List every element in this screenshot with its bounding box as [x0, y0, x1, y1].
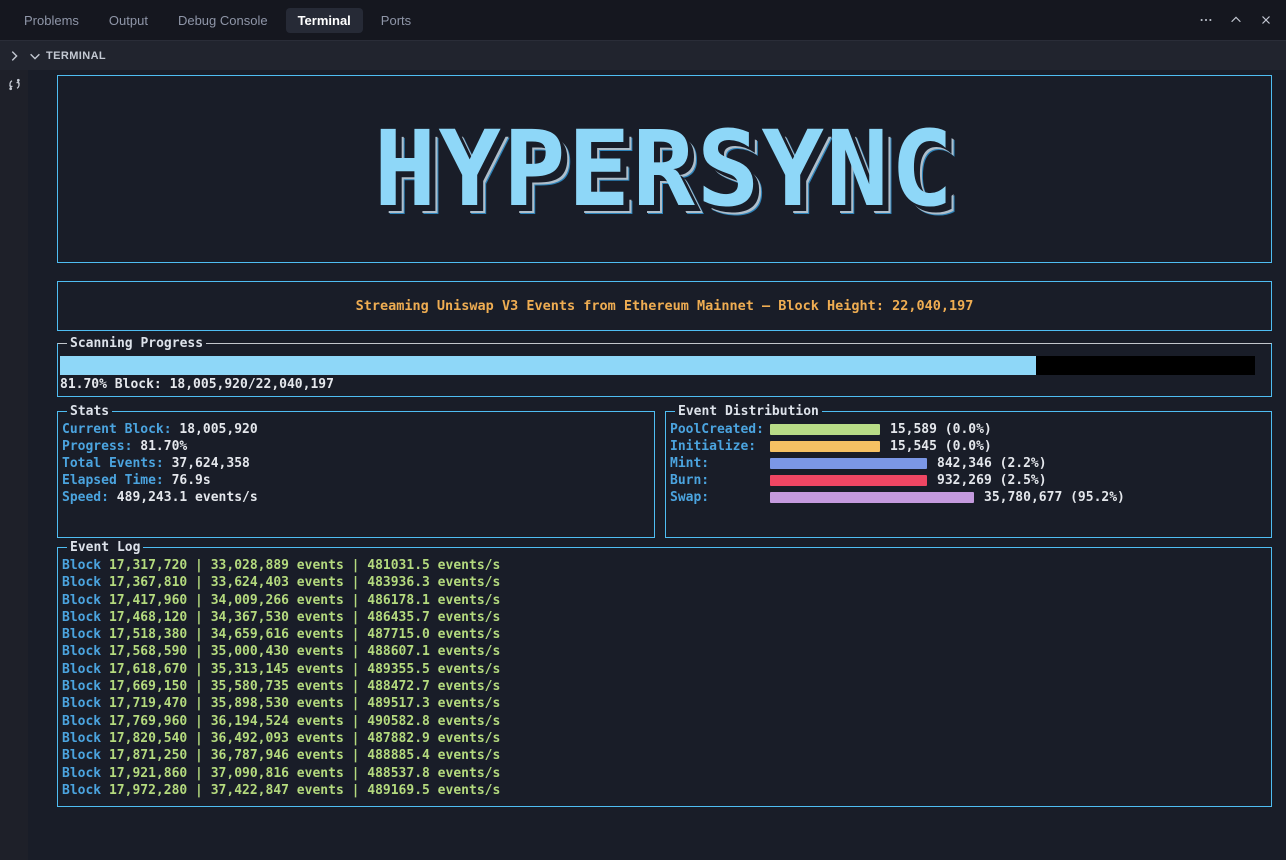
dist-row-initialize: Initialize: 15,545 (0.0%) [670, 438, 1271, 455]
event-distribution-box: Event Distribution PoolCreated: 15,589 (… [665, 411, 1272, 538]
stat-elapsed-time: Elapsed Time: 76.9s [62, 472, 654, 489]
log-row: Block 17,417,960 | 34,009,266 events | 4… [62, 592, 1271, 609]
panel-tabs: Problems Output Debug Console Terminal P… [12, 8, 423, 33]
event-log-box: Event Log Block 17,317,720 | 33,028,889 … [57, 547, 1272, 807]
close-panel-icon[interactable] [1258, 12, 1274, 28]
tab-ports[interactable]: Ports [369, 8, 423, 33]
mint-bar [770, 458, 927, 469]
progress-bar-fill [60, 356, 1036, 375]
dist-row-burn: Burn: 932,269 (2.5%) [670, 472, 1271, 489]
log-row: Block 17,317,720 | 33,028,889 events | 4… [62, 557, 1271, 574]
log-row: Block 17,871,250 | 36,787,946 events | 4… [62, 747, 1271, 764]
tab-debug-console[interactable]: Debug Console [166, 8, 280, 33]
swap-bar [770, 492, 974, 503]
panel-actions [1198, 12, 1274, 28]
sync-icon[interactable] [6, 76, 23, 97]
dist-row-poolcreated: PoolCreated: 15,589 (0.0%) [670, 421, 1271, 438]
stat-progress: Progress: 81.70% [62, 438, 654, 455]
log-row: Block 17,618,670 | 35,313,145 events | 4… [62, 661, 1271, 678]
burn-bar [770, 475, 927, 486]
poolcreated-bar [770, 424, 880, 435]
log-row: Block 17,367,810 | 33,624,403 events | 4… [62, 574, 1271, 591]
tab-terminal[interactable]: Terminal [286, 8, 363, 33]
stream-status-box: Streaming Uniswap V3 Events from Ethereu… [57, 281, 1272, 331]
panel-tab-bar: Problems Output Debug Console Terminal P… [0, 0, 1286, 40]
dist-row-mint: Mint: 842,346 (2.2%) [670, 455, 1271, 472]
terminal-side-strip [0, 70, 28, 860]
stat-total-events: Total Events: 37,624,358 [62, 455, 654, 472]
chevron-down-icon[interactable] [28, 49, 42, 63]
log-row: Block 17,820,540 | 36,492,093 events | 4… [62, 730, 1271, 747]
terminal-output-area[interactable]: HYPERSYNC Streaming Uniswap V3 Events fr… [28, 70, 1286, 860]
progress-label: 81.70% Block: 18,005,920/22,040,197 [58, 377, 1271, 392]
stat-speed: Speed: 489,243.1 events/s [62, 489, 654, 506]
log-row: Block 17,669,150 | 35,580,735 events | 4… [62, 678, 1271, 695]
banner-box: HYPERSYNC [57, 75, 1272, 263]
tab-problems[interactable]: Problems [12, 8, 91, 33]
log-row: Block 17,972,280 | 37,422,847 events | 4… [62, 782, 1271, 799]
log-row: Block 17,518,380 | 34,659,616 events | 4… [62, 626, 1271, 643]
log-row: Block 17,769,960 | 36,194,524 events | 4… [62, 713, 1271, 730]
tab-output[interactable]: Output [97, 8, 160, 33]
scanning-progress-box: Scanning Progress 81.70% Block: 18,005,9… [57, 343, 1272, 397]
log-row: Block 17,921,860 | 37,090,816 events | 4… [62, 765, 1271, 782]
stream-status-text: Streaming Uniswap V3 Events from Ethereu… [356, 298, 974, 314]
maximize-panel-icon[interactable] [1228, 12, 1244, 28]
event-log-title: Event Log [67, 539, 143, 556]
event-distribution-title: Event Distribution [675, 403, 822, 420]
terminal-panel-header: TERMINAL [0, 40, 1286, 70]
more-actions-icon[interactable] [1198, 12, 1214, 28]
log-row: Block 17,568,590 | 35,000,430 events | 4… [62, 643, 1271, 660]
log-row: Block 17,468,120 | 34,367,530 events | 4… [62, 609, 1271, 626]
stats-box: Stats Current Block: 18,005,920 Progress… [57, 411, 655, 538]
stats-title: Stats [67, 403, 112, 420]
scanning-progress-title: Scanning Progress [67, 335, 206, 352]
hypersync-ascii-banner: HYPERSYNC [374, 117, 956, 221]
terminal-section-title: TERMINAL [46, 50, 106, 62]
progress-bar-track [60, 356, 1255, 375]
stat-current-block: Current Block: 18,005,920 [62, 421, 654, 438]
dist-row-swap: Swap: 35,780,677 (95.2%) [670, 489, 1271, 506]
log-row: Block 17,719,470 | 35,898,530 events | 4… [62, 695, 1271, 712]
chevron-right-icon[interactable] [0, 49, 28, 63]
initialize-bar [770, 441, 880, 452]
